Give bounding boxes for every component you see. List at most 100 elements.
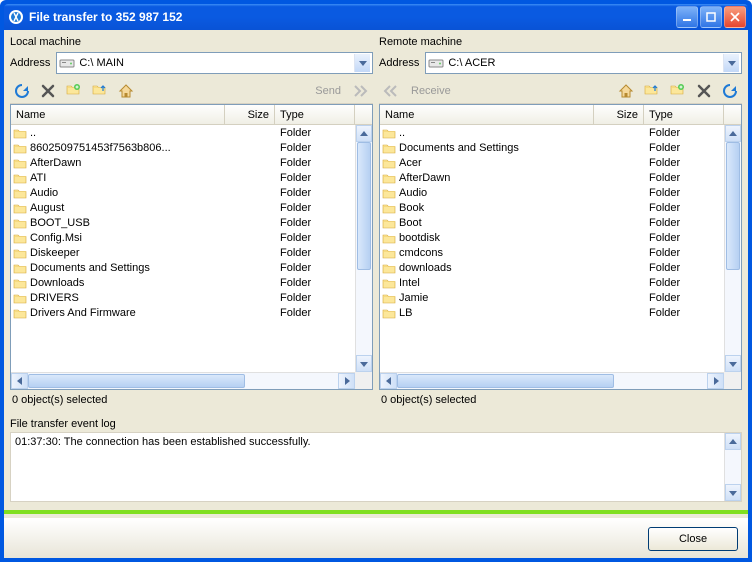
list-item[interactable]: LBFolder	[380, 305, 724, 320]
col-type[interactable]: Type	[275, 105, 355, 124]
scroll-down-icon[interactable]	[725, 355, 741, 372]
item-name: BOOT_USB	[30, 217, 90, 229]
vertical-scrollbar[interactable]	[355, 125, 372, 372]
col-size[interactable]: Size	[225, 105, 275, 124]
local-address-value: C:\ MAIN	[79, 57, 350, 69]
delete-button[interactable]	[692, 80, 716, 102]
horizontal-scrollbar[interactable]	[380, 372, 724, 389]
list-item[interactable]: bootdiskFolder	[380, 230, 724, 245]
folder-icon	[382, 142, 396, 154]
remote-address-value: C:\ ACER	[448, 57, 719, 69]
folder-icon	[382, 217, 396, 229]
list-item[interactable]: AudioFolder	[11, 185, 355, 200]
list-item[interactable]: AugustFolder	[11, 200, 355, 215]
close-button[interactable]: Close	[648, 527, 738, 551]
list-item[interactable]: BOOT_USBFolder	[11, 215, 355, 230]
list-item[interactable]: DRIVERSFolder	[11, 290, 355, 305]
up-folder-button[interactable]	[88, 80, 112, 102]
send-label: Send	[309, 85, 347, 97]
list-item[interactable]: 8602509751453f7563b806...Folder	[11, 140, 355, 155]
dropdown-icon[interactable]	[354, 54, 370, 72]
list-item[interactable]: AfterDawnFolder	[11, 155, 355, 170]
local-address-label: Address	[10, 57, 50, 69]
folder-icon	[382, 232, 396, 244]
list-item[interactable]: AcerFolder	[380, 155, 724, 170]
scroll-down-icon[interactable]	[725, 484, 741, 501]
item-name: Boot	[399, 217, 422, 229]
folder-icon	[13, 172, 27, 184]
list-item[interactable]: ..Folder	[11, 125, 355, 140]
new-folder-button[interactable]	[62, 80, 86, 102]
minimize-button[interactable]	[676, 6, 698, 28]
list-item[interactable]: AfterDawnFolder	[380, 170, 724, 185]
item-name: 8602509751453f7563b806...	[30, 142, 171, 154]
scroll-up-icon[interactable]	[725, 433, 741, 450]
local-address-dropdown[interactable]: C:\ MAIN	[56, 52, 373, 74]
col-size[interactable]: Size	[594, 105, 644, 124]
scroll-right-icon[interactable]	[707, 373, 724, 389]
scroll-up-icon[interactable]	[725, 125, 741, 142]
scroll-left-icon[interactable]	[380, 373, 397, 389]
list-item[interactable]: BookFolder	[380, 200, 724, 215]
close-window-button[interactable]	[724, 6, 746, 28]
col-type[interactable]: Type	[644, 105, 724, 124]
horizontal-scrollbar[interactable]	[11, 372, 355, 389]
remote-panel: Remote machine Address C:\ ACER Receive	[379, 36, 742, 410]
list-item[interactable]: Drivers And FirmwareFolder	[11, 305, 355, 320]
list-item[interactable]: ..Folder	[380, 125, 724, 140]
item-name: Intel	[399, 277, 420, 289]
vertical-scrollbar[interactable]	[724, 433, 741, 501]
home-button[interactable]	[614, 80, 638, 102]
item-type: Folder	[644, 202, 724, 214]
item-name: Audio	[30, 187, 58, 199]
local-listview[interactable]: Name Size Type ..Folder8602509751453f756…	[10, 104, 373, 390]
item-type: Folder	[644, 187, 724, 199]
list-item[interactable]: AudioFolder	[380, 185, 724, 200]
remote-address-dropdown[interactable]: C:\ ACER	[425, 52, 742, 74]
item-type: Folder	[644, 307, 724, 319]
item-type: Folder	[644, 217, 724, 229]
delete-button[interactable]	[36, 80, 60, 102]
scroll-up-icon[interactable]	[356, 125, 372, 142]
list-item[interactable]: JamieFolder	[380, 290, 724, 305]
receive-button[interactable]	[379, 80, 403, 102]
list-item[interactable]: IntelFolder	[380, 275, 724, 290]
list-item[interactable]: DownloadsFolder	[11, 275, 355, 290]
new-folder-button[interactable]	[666, 80, 690, 102]
list-item[interactable]: Config.MsiFolder	[11, 230, 355, 245]
list-item[interactable]: Documents and SettingsFolder	[380, 140, 724, 155]
scroll-down-icon[interactable]	[356, 355, 372, 372]
scroll-right-icon[interactable]	[338, 373, 355, 389]
log-entry: 01:37:30: The connection has been establ…	[15, 436, 311, 448]
remote-listview[interactable]: Name Size Type ..FolderDocuments and Set…	[379, 104, 742, 390]
local-panel: Local machine Address C:\ MAIN	[10, 36, 373, 410]
send-button[interactable]	[349, 80, 373, 102]
local-status: 0 object(s) selected	[10, 390, 373, 410]
receive-label: Receive	[405, 85, 457, 97]
log-panel: File transfer event log 01:37:30: The co…	[10, 414, 742, 502]
home-button[interactable]	[114, 80, 138, 102]
list-item[interactable]: cmdconsFolder	[380, 245, 724, 260]
col-name[interactable]: Name	[11, 105, 225, 124]
vertical-scrollbar[interactable]	[724, 125, 741, 372]
list-item[interactable]: downloadsFolder	[380, 260, 724, 275]
refresh-button[interactable]	[718, 80, 742, 102]
remote-header: Remote machine	[379, 36, 742, 48]
list-item[interactable]: Boot Folder	[380, 215, 724, 230]
list-item[interactable]: ATIFolder	[11, 170, 355, 185]
list-item[interactable]: Documents and SettingsFolder	[11, 260, 355, 275]
refresh-button[interactable]	[10, 80, 34, 102]
list-item[interactable]: DiskeeperFolder	[11, 245, 355, 260]
titlebar: File transfer to 352 987 152	[4, 4, 748, 30]
dropdown-icon[interactable]	[723, 54, 739, 72]
window-title: File transfer to 352 987 152	[29, 10, 182, 24]
up-folder-button[interactable]	[640, 80, 664, 102]
maximize-button[interactable]	[700, 6, 722, 28]
item-type: Folder	[644, 172, 724, 184]
log-textarea[interactable]: 01:37:30: The connection has been establ…	[10, 432, 742, 502]
scroll-left-icon[interactable]	[11, 373, 28, 389]
folder-icon	[382, 202, 396, 214]
item-name: Diskeeper	[30, 247, 80, 259]
col-name[interactable]: Name	[380, 105, 594, 124]
item-name: downloads	[399, 262, 452, 274]
